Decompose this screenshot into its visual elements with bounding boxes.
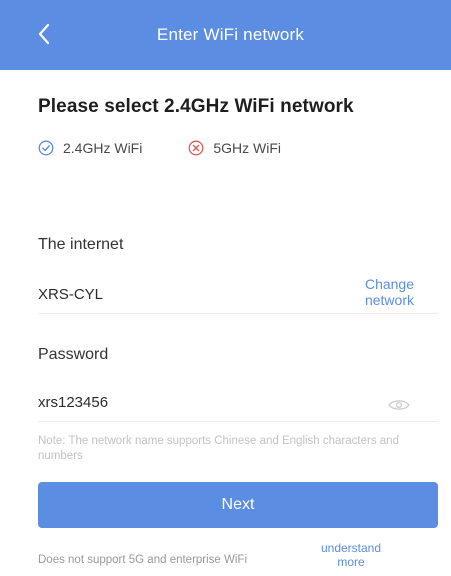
chevron-left-icon (38, 23, 50, 45)
band-support-legend: 2.4GHz WiFi 5GHz WiFi (38, 138, 281, 158)
band-instruction-heading: Please select 2.4GHz WiFi network (38, 96, 354, 117)
footer-hint: Does not support 5G and enterprise WiFi … (38, 540, 438, 570)
network-name-note: Note: The network name supports Chinese … (38, 435, 399, 462)
network-field: Change network (38, 276, 438, 314)
eye-icon (388, 400, 410, 410)
change-network-link[interactable]: Change network (334, 276, 414, 308)
password-label: Password (38, 346, 109, 363)
band-5ghz: 5GHz WiFi (188, 140, 281, 156)
band-2-4ghz-label: 2.4GHz WiFi (63, 140, 143, 156)
network-label: The internet (38, 236, 124, 253)
back-button[interactable] (30, 18, 58, 50)
band-5ghz-label: 5GHz WiFi (213, 140, 282, 156)
top-bar: Enter WiFi network (0, 0, 451, 70)
toggle-password-visibility-button[interactable] (386, 396, 412, 414)
x-circle-icon (188, 140, 204, 156)
password-field (38, 392, 438, 422)
network-name-input[interactable] (38, 286, 298, 303)
band-2-4ghz: 2.4GHz WiFi (38, 140, 142, 156)
wifi-setup-page: Enter WiFi network Please select 2.4GHz … (0, 0, 451, 576)
page-title: Enter WiFi network (156, 25, 305, 44)
next-button[interactable]: Next (38, 482, 438, 528)
footer-text: Does not support 5G and enterprise WiFi (38, 554, 248, 566)
password-input[interactable] (38, 394, 318, 411)
understand-more-link[interactable]: understand more (316, 541, 386, 569)
check-circle-icon (38, 140, 54, 156)
